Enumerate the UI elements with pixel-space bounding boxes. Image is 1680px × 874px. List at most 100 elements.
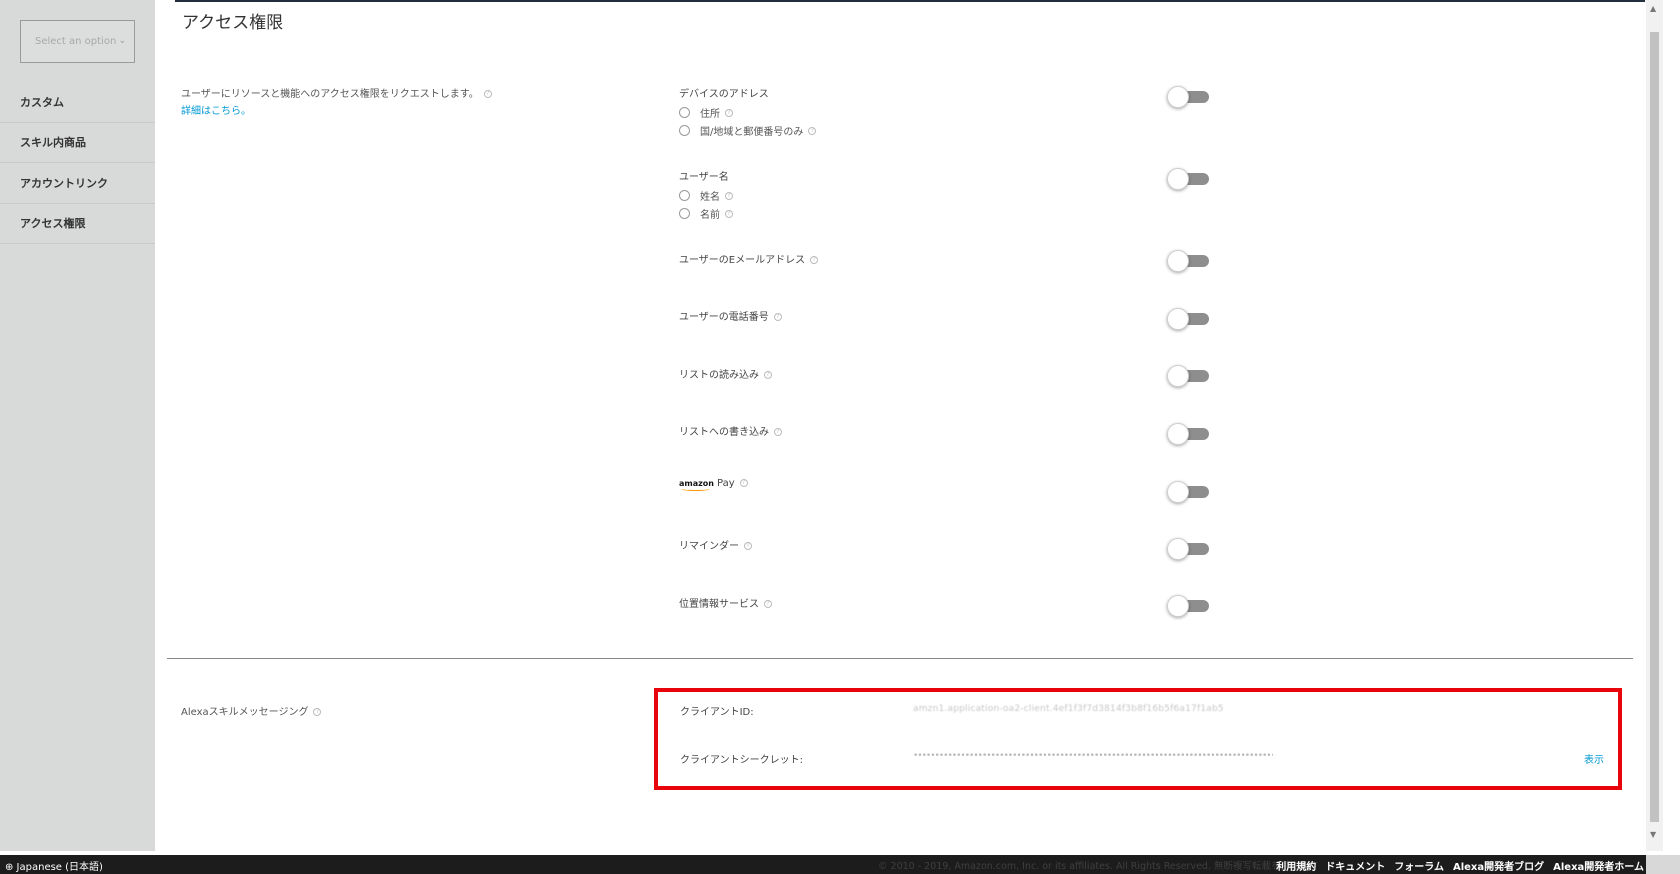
sidebar-item-label: スキル内商品 — [20, 136, 86, 150]
help-icon[interactable]: ? — [773, 313, 782, 321]
permission-lists-write: リストへの書き込み? — [679, 423, 782, 438]
toggle-email[interactable] — [1167, 250, 1209, 272]
permission-label: デバイスのアドレス — [679, 89, 769, 100]
radio-button[interactable] — [679, 107, 690, 118]
client-id-label: クライアントID: — [680, 707, 754, 718]
toggle-knob — [1167, 423, 1189, 445]
toggle-reminders[interactable] — [1167, 538, 1209, 560]
toggle-location[interactable] — [1167, 595, 1209, 617]
option-label: 住所 — [700, 109, 720, 120]
page-title: アクセス権限 — [182, 13, 284, 33]
vertical-scrollbar[interactable]: ▲ ▼ — [1646, 0, 1663, 851]
permission-label: リマインダー — [679, 541, 739, 552]
permission-label: リストへの書き込み — [679, 427, 769, 438]
scrollbar-thumb[interactable] — [1650, 32, 1659, 822]
learn-more-link[interactable]: 詳細はこちら。 — [181, 102, 492, 117]
sidebar: Select an option ⌄ カスタム スキル内商品 アカウントリンク … — [0, 0, 155, 851]
help-icon[interactable]: ? — [313, 708, 322, 716]
permission-label: ユーザーの電話番号 — [679, 312, 769, 323]
option-label: 国/地域と郵便番号のみ — [700, 127, 804, 138]
sidebar-item-account-linking[interactable]: アカウントリンク — [0, 163, 155, 204]
help-icon[interactable]: ? — [483, 90, 492, 98]
toggle-knob — [1167, 365, 1189, 387]
option-label: 姓名 — [700, 192, 720, 203]
copyright-text: © 2010 - 2019, Amazon.com, Inc. or its a… — [878, 861, 1319, 872]
radio-button[interactable] — [679, 190, 690, 201]
permission-label: 位置情報サービス — [679, 599, 759, 610]
toggle-device-address[interactable] — [1167, 86, 1209, 108]
help-icon[interactable]: ? — [808, 126, 817, 135]
toggle-knob — [1167, 86, 1189, 108]
skill-messaging-label: Alexaスキルメッセージング? — [181, 703, 322, 718]
toggle-phone[interactable] — [1167, 308, 1209, 330]
help-icon[interactable]: ? — [725, 191, 733, 200]
help-icon[interactable]: ? — [764, 600, 772, 608]
radio-button[interactable] — [679, 125, 690, 136]
footer-link-forum[interactable]: フォーラム — [1394, 858, 1444, 873]
toggle-knob — [1167, 595, 1189, 617]
permission-amazon-pay: amazon Pay? — [679, 478, 748, 489]
client-secret-value: ••••••••••••••••••••••••••••••••••••••••… — [913, 751, 1273, 761]
toggle-user-name[interactable] — [1167, 168, 1209, 190]
sidebar-item-permissions[interactable]: アクセス権限 — [0, 204, 155, 244]
radio-option-full-name[interactable]: 姓名? — [679, 188, 733, 203]
show-secret-link[interactable]: 表示 — [1584, 751, 1604, 766]
permission-email: ユーザーのEメールアドレス? — [679, 251, 819, 266]
toggle-knob — [1167, 538, 1189, 560]
toggle-amazon-pay[interactable] — [1167, 481, 1209, 503]
toggle-knob — [1167, 308, 1189, 330]
footer-link-blog[interactable]: Alexa開発者ブログ — [1453, 858, 1544, 873]
permission-user-name: ユーザー名 姓名? 名前? — [679, 168, 733, 221]
permission-lists-read: リストの読み込み? — [679, 366, 772, 381]
client-id-value: amzn1.application-oa2-client.4ef1f3f7d38… — [913, 704, 1224, 714]
footer-links: 利用規約 ドキュメント フォーラム Alexa開発者ブログ Alexa開発者ホー… — [1276, 858, 1644, 873]
help-icon[interactable]: ? — [725, 108, 733, 117]
permission-reminders: リマインダー? — [679, 537, 752, 552]
permission-phone: ユーザーの電話番号? — [679, 308, 782, 323]
toggle-knob — [1167, 168, 1189, 190]
option-select[interactable]: Select an option ⌄ — [20, 20, 135, 63]
sidebar-item-label: アカウントリンク — [20, 176, 108, 190]
language-selector[interactable]: ⊕ Japanese (日本語) — [5, 858, 103, 873]
top-rule — [175, 0, 1645, 2]
client-secret-label: クライアントシークレット: — [680, 755, 803, 766]
permission-label: ユーザーのEメールアドレス — [679, 255, 806, 266]
sidebar-item-label: アクセス権限 — [20, 217, 86, 231]
permission-location: 位置情報サービス? — [679, 595, 772, 610]
help-icon[interactable]: ? — [774, 428, 782, 436]
description-text: ユーザーにリソースと機能へのアクセス権限をリクエストします。 — [181, 89, 479, 100]
scroll-down-icon[interactable]: ▼ — [1650, 830, 1656, 839]
footer-link-terms[interactable]: 利用規約 — [1276, 858, 1316, 873]
sidebar-item-custom[interactable]: カスタム — [0, 82, 155, 123]
sidebar-item-in-skill-products[interactable]: スキル内商品 — [0, 123, 155, 163]
help-icon[interactable]: ? — [810, 256, 819, 264]
permission-label: Pay — [716, 478, 735, 489]
footer-link-home[interactable]: Alexa開発者ホーム — [1553, 858, 1644, 873]
help-icon[interactable]: ? — [764, 371, 772, 379]
scrollbar-corner — [1646, 855, 1680, 874]
footer-link-docs[interactable]: ドキュメント — [1325, 858, 1385, 873]
permission-label: リストの読み込み — [679, 370, 759, 381]
toggle-lists-write[interactable] — [1167, 423, 1209, 445]
radio-option-country-postal[interactable]: 国/地域と郵便番号のみ? — [679, 123, 817, 138]
footer: ⊕ Japanese (日本語) © 2010 - 2019, Amazon.c… — [0, 855, 1680, 874]
option-label: 名前 — [700, 210, 720, 221]
permission-label: ユーザー名 — [679, 172, 729, 183]
skill-messaging-text: Alexaスキルメッセージング — [181, 707, 309, 718]
permissions-description: ユーザーにリソースと機能へのアクセス権限をリクエストします。? 詳細はこちら。 — [181, 85, 492, 117]
amazon-logo: amazon — [679, 479, 714, 488]
radio-option-full-address[interactable]: 住所? — [679, 105, 816, 120]
toggle-knob — [1167, 481, 1189, 503]
radio-option-first-name[interactable]: 名前? — [679, 206, 733, 221]
help-icon[interactable]: ? — [725, 209, 733, 218]
chevron-down-icon: ⌄ — [118, 36, 126, 46]
scroll-up-icon[interactable]: ▲ — [1650, 4, 1656, 13]
radio-button[interactable] — [679, 208, 690, 219]
permission-device-address: デバイスのアドレス 住所? 国/地域と郵便番号のみ? — [679, 85, 817, 138]
sidebar-item-label: カスタム — [20, 95, 64, 109]
sidebar-nav: カスタム スキル内商品 アカウントリンク アクセス権限 — [0, 82, 155, 244]
toggle-lists-read[interactable] — [1167, 365, 1209, 387]
help-icon[interactable]: ? — [744, 542, 752, 550]
help-icon[interactable]: ? — [739, 479, 748, 487]
section-divider — [167, 658, 1633, 659]
